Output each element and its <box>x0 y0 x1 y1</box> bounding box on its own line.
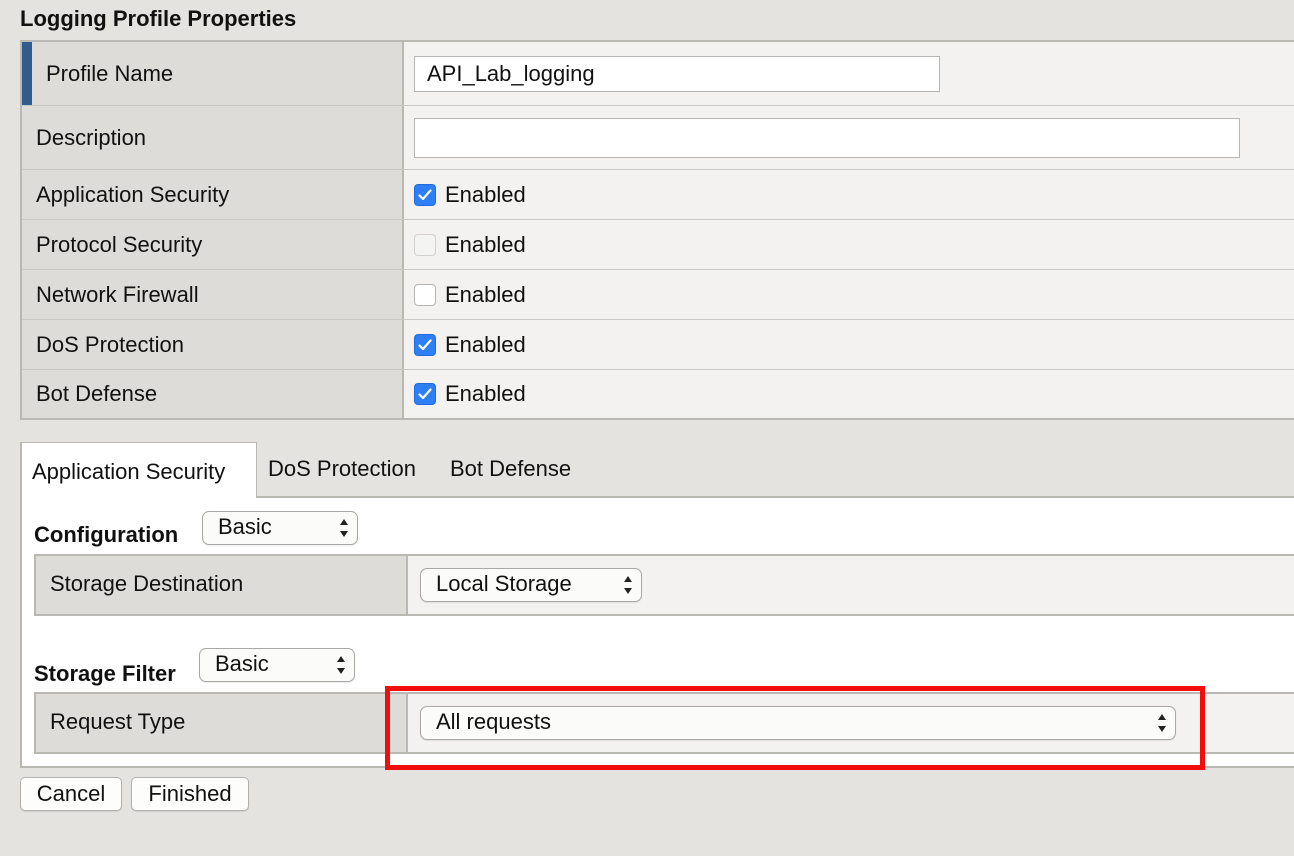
request-type-label: Request Type <box>36 694 408 752</box>
description-label: Description <box>22 106 404 169</box>
section-title: Logging Profile Properties <box>20 6 297 31</box>
storage-destination-value: Local Storage <box>436 571 572 596</box>
select-arrows-icon <box>623 575 633 601</box>
storage-destination-cell: Local Storage <box>408 556 1294 614</box>
tab-bar: Application Security DoS Protection Bot … <box>22 442 1294 498</box>
profile-name-input[interactable] <box>414 55 940 92</box>
checkbox-checked-icon[interactable] <box>414 183 436 206</box>
checkbox-unchecked-disabled-icon[interactable] <box>414 233 436 256</box>
configuration-label: Configuration <box>34 522 179 547</box>
profile-name-label: Profile Name <box>22 42 404 105</box>
request-type-cell: All requests <box>408 694 1294 752</box>
bot-defense-label: Bot Defense <box>22 370 404 418</box>
storage-filter-label: Storage Filter <box>34 661 176 686</box>
protocol-security-enabled-label: Enabled <box>445 231 526 257</box>
configuration-mode-value: Basic <box>218 514 272 539</box>
select-arrows-icon <box>1157 713 1167 739</box>
bot-defense-row: Bot Defense Enabled <box>22 370 1294 418</box>
application-security-row: Application Security Enabled <box>22 170 1294 220</box>
application-security-enabled-checkbox[interactable]: Enabled <box>414 182 526 208</box>
network-firewall-label: Network Firewall <box>22 270 404 319</box>
description-row: Description <box>22 106 1294 170</box>
request-type-select[interactable]: All requests <box>420 706 1176 740</box>
network-firewall-enabled-label: Enabled <box>445 281 526 307</box>
application-security-cell: Enabled <box>404 170 1294 219</box>
properties-table: Profile Name Description Application Sec… <box>20 40 1294 420</box>
logging-tabs-panel: Application Security DoS Protection Bot … <box>20 442 1294 768</box>
network-firewall-row: Network Firewall Enabled <box>22 270 1294 320</box>
storage-destination-row: Storage Destination Local Storage <box>34 554 1294 616</box>
dos-protection-enabled-label: Enabled <box>445 331 526 357</box>
profile-name-cell <box>404 42 1294 105</box>
profile-name-row: Profile Name <box>22 42 1294 106</box>
network-firewall-cell: Enabled <box>404 270 1294 319</box>
bot-defense-cell: Enabled <box>404 370 1294 418</box>
protocol-security-label: Protocol Security <box>22 220 404 269</box>
storage-destination-select[interactable]: Local Storage <box>420 568 642 602</box>
checkbox-unchecked-icon[interactable] <box>414 283 436 306</box>
application-security-enabled-label: Enabled <box>445 181 526 207</box>
configuration-mode-select[interactable]: Basic <box>202 511 358 545</box>
description-cell <box>404 106 1294 169</box>
bot-defense-enabled-checkbox[interactable]: Enabled <box>414 381 526 407</box>
storage-filter-mode-value: Basic <box>215 651 269 676</box>
finished-button[interactable]: Finished <box>131 777 249 811</box>
application-security-label: Application Security <box>22 170 404 219</box>
bot-defense-enabled-label: Enabled <box>445 381 526 406</box>
storage-destination-label: Storage Destination <box>36 556 408 614</box>
network-firewall-enabled-checkbox[interactable]: Enabled <box>414 282 526 308</box>
dos-protection-row: DoS Protection Enabled <box>22 320 1294 370</box>
tab-application-security[interactable]: Application Security <box>22 442 257 498</box>
cancel-button[interactable]: Cancel <box>20 777 122 811</box>
description-input[interactable] <box>414 117 1240 158</box>
tab-bot-defense[interactable]: Bot Defense <box>450 456 571 482</box>
request-type-value: All requests <box>436 709 551 734</box>
protocol-security-row: Protocol Security Enabled <box>22 220 1294 270</box>
checkbox-checked-icon[interactable] <box>414 333 436 356</box>
select-arrows-icon <box>339 518 349 544</box>
dos-protection-enabled-checkbox[interactable]: Enabled <box>414 332 526 358</box>
protocol-security-cell: Enabled <box>404 220 1294 269</box>
tab-content: Configuration Basic Storage Destination … <box>22 498 1294 766</box>
request-type-row: Request Type All requests <box>34 692 1294 754</box>
tab-dos-protection[interactable]: DoS Protection <box>268 456 416 482</box>
checkbox-checked-icon[interactable] <box>414 383 436 405</box>
storage-filter-mode-select[interactable]: Basic <box>199 648 355 682</box>
dos-protection-cell: Enabled <box>404 320 1294 369</box>
dos-protection-label: DoS Protection <box>22 320 404 369</box>
protocol-security-enabled-checkbox[interactable]: Enabled <box>414 232 526 258</box>
select-arrows-icon <box>336 655 346 681</box>
